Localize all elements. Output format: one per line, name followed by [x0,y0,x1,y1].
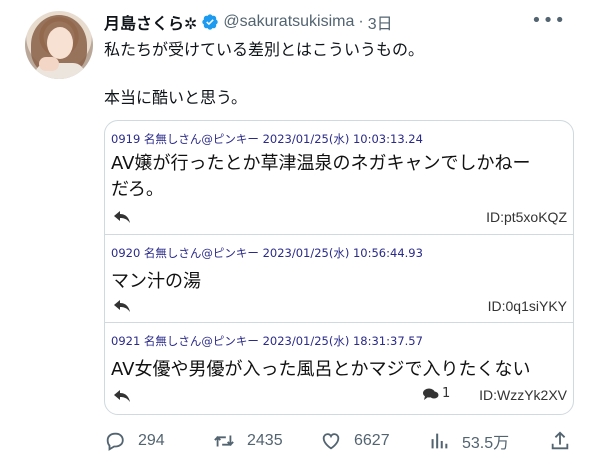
post-body-line: AV女優や男優が入った風呂とかマジで入りたくない [111,359,531,380]
reply-count-label: 294 [138,432,165,449]
reply-count: 1 [423,386,450,401]
verified-badge-icon [202,14,219,30]
reply-arrow-icon [114,300,130,312]
reply-count-value: 1 [442,386,451,401]
heart-icon [322,433,340,450]
post-body: AV嬢が行ったとか草津温泉のネガキャンでしかねー だろ。 [111,151,530,203]
post-body-line: AV嬢が行ったとか草津温泉のネガキャンでしかねー [111,153,531,174]
user-handle[interactable]: @sakuratsukisima [223,13,354,31]
thread-post: 0921 名無しさん@ピンキー 2023/01/25(水) 18:31:37.5… [105,322,573,414]
tweet-time[interactable]: 3日 [368,10,393,34]
post-meta: 0919 名無しさん@ピンキー 2023/01/25(水) 10:03:13.2… [111,132,423,146]
avatar-hand [39,57,59,71]
reply-button[interactable]: 294 [104,426,165,456]
retweet-button[interactable]: 2435 [213,426,283,456]
dot-separator: · [358,13,364,30]
avatar[interactable] [25,11,93,79]
post-body-line: だろ。 [111,179,164,200]
embedded-image[interactable]: 0919 名無しさん@ピンキー 2023/01/25(水) 10:03:13.2… [104,120,574,415]
tweet-text-line: 私たちが受けている差別とはこういうもの。 [104,40,425,59]
post-meta: 0921 名無しさん@ピンキー 2023/01/25(水) 18:31:37.5… [111,334,423,348]
share-button[interactable] [549,426,583,456]
views-count-label: 53.5万 [462,435,510,452]
post-body-line: マン汁の湯 [111,271,201,292]
more-options-icon[interactable]: ••• [531,10,566,31]
thread-post: 0919 名無しさん@ピンキー 2023/01/25(水) 10:03:13.2… [105,121,573,234]
post-body: マン汁の湯 [111,269,201,295]
views-chart-icon [431,433,448,449]
post-id: ID:0q1siYKY [487,298,567,314]
thread-post: 0920 名無しさん@ピンキー 2023/01/25(水) 10:56:44.9… [105,234,573,322]
post-meta: 0920 名無しさん@ピンキー 2023/01/25(水) 10:56:44.9… [111,246,423,260]
reply-arrow-icon [114,211,130,223]
share-icon [551,431,569,450]
tweet-text-line: 本当に酷いと思う。 [104,88,248,107]
tweet-text: 私たちが受けている差別とはこういうもの。 本当に酷いと思う。 [104,38,424,110]
reply-arrow-icon [114,390,130,402]
post-id: ID:WzzYk2XV [479,387,567,403]
comment-bubbles-icon [423,388,439,400]
post-body: AV女優や男優が入った風呂とかマジで入りたくない [111,357,530,383]
views-button[interactable]: 53.5万 [428,426,509,456]
reply-icon [106,432,124,451]
tweet-actions: 294 2435 6627 53.5万 [104,426,574,456]
avatar-face [47,27,73,59]
tweet-header: 月島さくら✲ @sakuratsukisima · 3日 [104,10,560,34]
like-count-label: 6627 [354,432,390,449]
post-id: ID:pt5xoKQZ [486,209,567,225]
display-name[interactable]: 月島さくら✲ [104,10,197,34]
retweet-icon [214,435,234,447]
retweet-count-label: 2435 [247,432,283,449]
like-button[interactable]: 6627 [320,426,390,456]
